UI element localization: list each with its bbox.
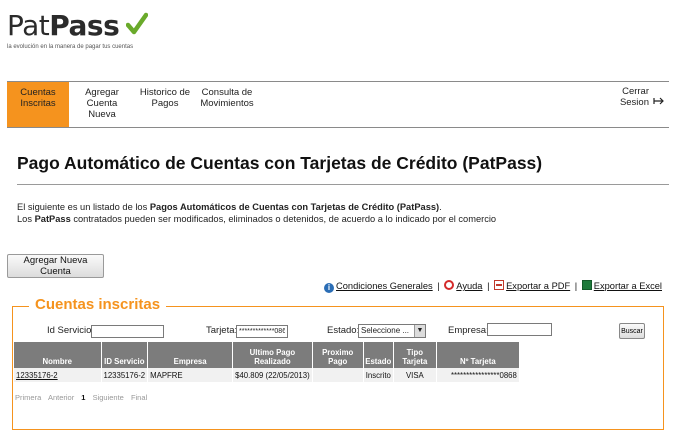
col-header-id-servicio: ID Servicio: [101, 342, 149, 368]
status-select[interactable]: Seleccione ... ▼: [358, 324, 426, 338]
accounts-table: Nombre ID Servicio Empresa Ultimo Pago R…: [14, 342, 520, 382]
link-separator: |: [487, 281, 490, 291]
service-id-label: Id Servicio:: [47, 325, 94, 336]
nav-item-historico-pagos[interactable]: Historico de Pagos: [137, 84, 193, 127]
col-header-proximo-pago: Proximo Pago: [312, 342, 364, 368]
nav-item-consulta-movimientos[interactable]: Consulta de Movimientos: [199, 84, 255, 127]
cell-nombre-link[interactable]: 12335176-2: [14, 368, 102, 382]
nav-item-label-line2: Cuenta Nueva: [86, 98, 118, 120]
accounts-panel: Cuentas inscritas Id Servicio: Tarjeta: …: [12, 296, 664, 430]
cell-empresa: MAPFRE: [147, 368, 234, 382]
intro-line-2-c: contratados pueden ser modificados, elim…: [70, 214, 497, 224]
lifebuoy-icon: [444, 280, 455, 290]
intro-line-1-b: Pagos Automáticos de Cuentas con Tarjeta…: [149, 202, 440, 212]
nav-item-label-line2: Movimientos: [200, 98, 254, 109]
intro-line-2-a: Los: [17, 214, 35, 224]
intro-line-2-b: PatPass: [34, 214, 71, 224]
pager-next[interactable]: Siguiente: [93, 393, 124, 402]
col-header-nombre: Nombre: [14, 342, 102, 368]
help-link[interactable]: Ayuda: [456, 281, 482, 291]
conditions-link[interactable]: Condiciones Generales: [336, 281, 433, 291]
cell-id-servicio: 12335176-2: [101, 368, 149, 382]
pager-first[interactable]: Primera: [15, 393, 41, 402]
logo-text-pat: Pat: [7, 9, 50, 42]
nav-item-cuentas-inscritas[interactable]: Cuentas Inscritas: [7, 82, 69, 127]
card-label: Tarjeta:: [206, 325, 238, 336]
panel-legend: Cuentas inscritas: [29, 296, 167, 313]
service-id-input[interactable]: [91, 325, 164, 338]
nav-item-label-line1: Agregar: [85, 87, 119, 98]
logout-label-line1: Cerrar: [622, 86, 649, 97]
nav-item-label-line1: Cuentas: [20, 87, 56, 98]
company-input[interactable]: [487, 323, 552, 336]
cell-ultimo-pago: $40.809 (22/05/2013): [232, 368, 313, 382]
cell-numero-tarjeta: ****************0868: [436, 368, 520, 382]
pdf-icon: [494, 280, 505, 290]
logo-text: PatPass: [7, 9, 120, 42]
info-icon: i: [324, 283, 335, 293]
company-label: Empresa:: [448, 325, 489, 336]
pager-current-page: 1: [81, 393, 86, 402]
pager-prev[interactable]: Anterior: [48, 393, 74, 402]
excel-icon: [581, 280, 592, 290]
page-title: Pago Automático de Cuentas con Tarjetas …: [17, 153, 543, 173]
nav-item-label-line2: Inscritas: [20, 98, 56, 109]
col-header-ultimo-pago: Ultimo Pago Realizado: [232, 342, 313, 368]
col-header-tipo-tarjeta: Tipo Tarjeta: [393, 342, 437, 368]
export-pdf-link[interactable]: Exportar a PDF: [506, 281, 570, 291]
col-header-empresa: Empresa: [147, 342, 234, 368]
pagination: Primera Anterior 1 Siguiente Final: [15, 393, 152, 402]
table-row: 12335176-2 12335176-2 MAPFRE $40.809 (22…: [14, 368, 520, 382]
intro-line-1: El siguiente es un listado de los Pagos …: [17, 201, 496, 213]
logo-tagline: la evolución en la manera de pagar tus c…: [7, 44, 134, 50]
nav-item-label-line1: Consulta de: [201, 87, 253, 98]
intro-text: El siguiente es un listado de los Pagos …: [17, 201, 496, 225]
cell-proximo-pago: [312, 368, 364, 382]
status-select-value: Seleccione ...: [361, 326, 410, 335]
link-separator: |: [437, 281, 440, 291]
cell-estado: Inscrito: [363, 368, 394, 382]
main-nav: Cuentas Inscritas Agregar Cuenta Nueva H…: [7, 81, 669, 128]
export-excel-link[interactable]: Exportar a Excel: [594, 281, 662, 291]
intro-line-2: Los PatPass contratados pueden ser modif…: [17, 213, 496, 225]
nav-item-label-line2: Pagos: [151, 98, 179, 109]
patpass-logo: PatPass la evolución en la manera de pag…: [7, 9, 148, 50]
logout-button[interactable]: Cerrar Sesion: [620, 86, 665, 108]
checkmark-icon: [125, 12, 148, 41]
chevron-down-icon: ▼: [414, 325, 425, 337]
add-account-button[interactable]: Agregar Nueva Cuenta: [7, 254, 104, 278]
actions-links: i Condiciones Generales | Ayuda | Exporta…: [324, 280, 662, 293]
col-header-numero-tarjeta: Nº Tarjeta: [436, 342, 520, 368]
pager-last[interactable]: Final: [131, 393, 147, 402]
search-button[interactable]: Buscar: [619, 323, 645, 339]
link-separator: |: [574, 281, 578, 291]
intro-line-1-c: .: [439, 202, 442, 212]
nav-item-agregar-cuenta[interactable]: Agregar Cuenta Nueva: [73, 84, 131, 127]
table-header-row: Nombre ID Servicio Empresa Ultimo Pago R…: [14, 342, 520, 368]
col-header-estado: Estado: [363, 342, 394, 368]
logout-icon: [653, 97, 665, 108]
logo-text-pass: Pass: [49, 9, 120, 42]
nav-item-label-line1: Historico de: [139, 87, 191, 98]
title-divider: [17, 184, 669, 185]
card-input[interactable]: [236, 325, 288, 338]
cell-tipo-tarjeta: VISA: [393, 368, 437, 382]
intro-line-1-a: El siguiente es un listado de los: [17, 202, 150, 212]
status-label: Estado:: [327, 325, 360, 336]
